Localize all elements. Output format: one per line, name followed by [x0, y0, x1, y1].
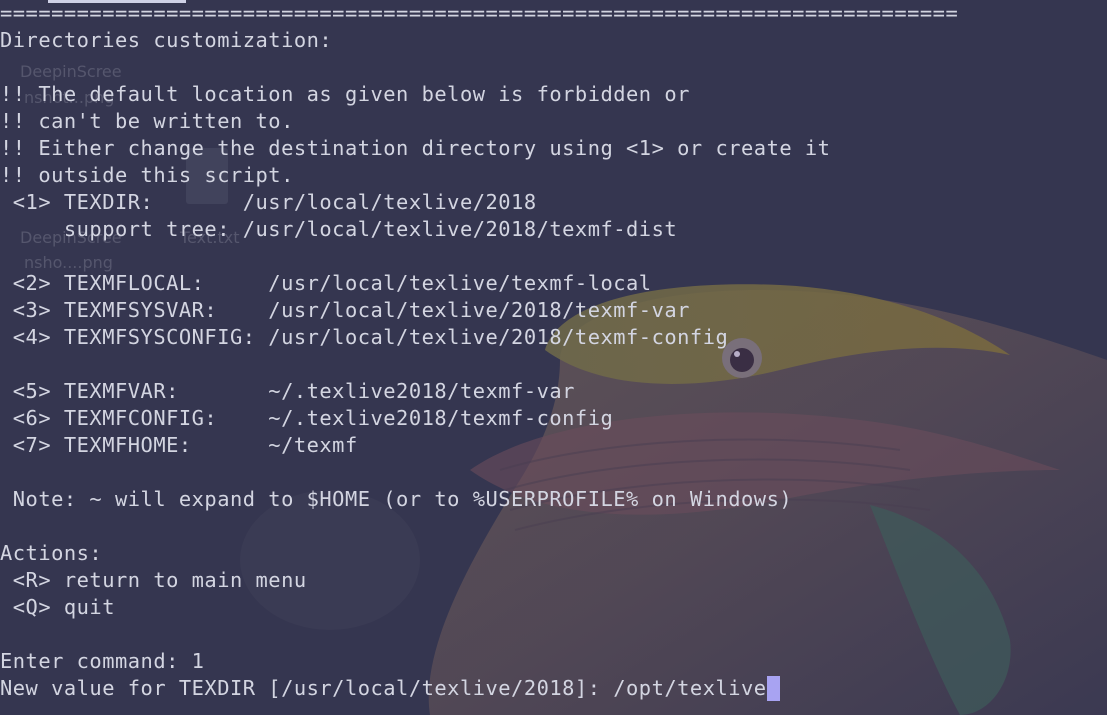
- terminal-line: !! can't be written to.: [0, 109, 294, 133]
- terminal-line: !! Either change the destination directo…: [0, 136, 831, 160]
- text-cursor: [766, 676, 780, 701]
- terminal-input-line[interactable]: New value for TEXDIR [/usr/local/texlive…: [0, 675, 780, 702]
- terminal-line: !! outside this script.: [0, 163, 294, 187]
- terminal-window[interactable]: ========================================…: [0, 0, 1107, 715]
- terminal-line: <3> TEXMFSYSVAR: /usr/local/texlive/2018…: [0, 298, 690, 322]
- terminal-line: !! The default location as given below i…: [0, 82, 690, 106]
- terminal-line: support tree: /usr/local/texlive/2018/te…: [0, 217, 678, 241]
- terminal-line: <5> TEXMFVAR: ~/.texlive2018/texmf-var: [0, 379, 575, 403]
- terminal-line: <7> TEXMFHOME: ~/texmf: [0, 433, 358, 457]
- terminal-line: <R> return to main menu: [0, 568, 307, 592]
- terminal-line: Directories customization:: [0, 28, 333, 52]
- separator-line: ========================================…: [0, 1, 959, 25]
- terminal-line: <1> TEXDIR: /usr/local/texlive/2018: [0, 190, 537, 214]
- terminal-line: <4> TEXMFSYSCONFIG: /usr/local/texlive/2…: [0, 325, 729, 349]
- terminal-line: <6> TEXMFCONFIG: ~/.texlive2018/texmf-co…: [0, 406, 614, 430]
- terminal-line: <2> TEXMFLOCAL: /usr/local/texlive/texmf…: [0, 271, 652, 295]
- terminal-prompt-text: New value for TEXDIR [/usr/local/texlive…: [0, 676, 767, 700]
- terminal-line: <Q> quit: [0, 595, 115, 619]
- terminal-line: Actions:: [0, 541, 103, 565]
- terminal-line: Note: ~ will expand to $HOME (or to %USE…: [0, 487, 793, 511]
- terminal-line: Enter command: 1: [0, 649, 205, 673]
